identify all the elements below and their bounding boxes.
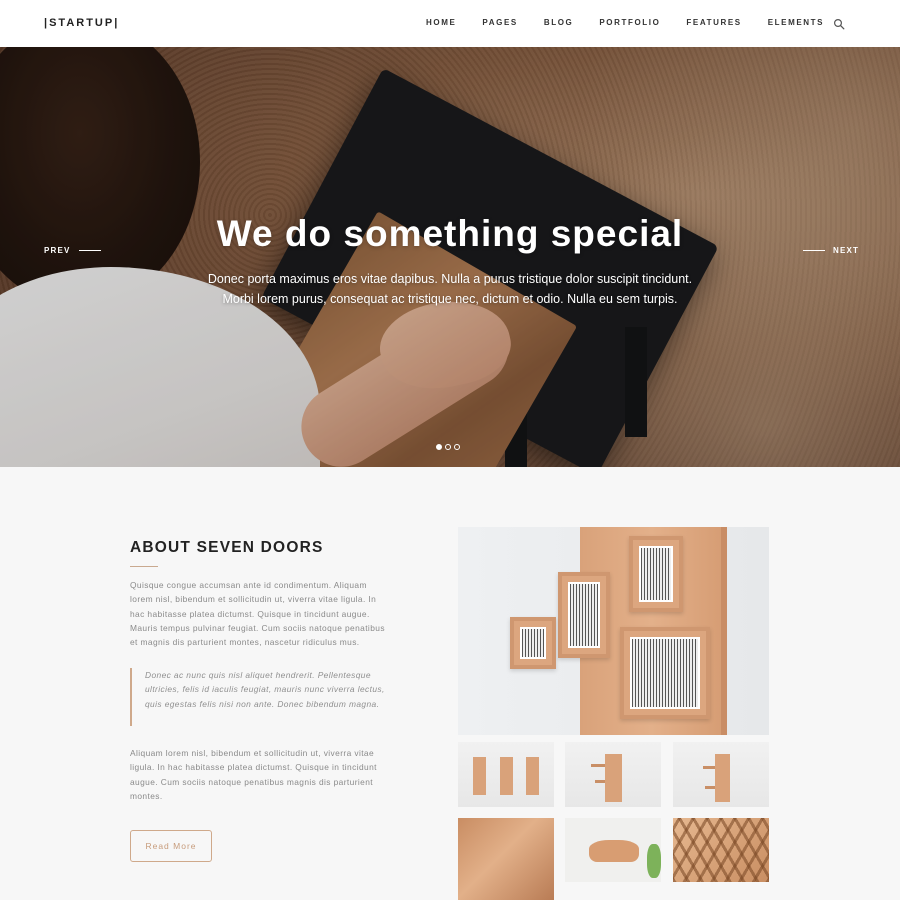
picture-frame — [558, 572, 610, 658]
about-paragraph-2: Aliquam lorem nisl, bibendum et sollicit… — [130, 748, 377, 801]
picture-frame — [629, 536, 683, 612]
nav-item-pages[interactable]: PAGES — [482, 18, 517, 27]
quote-text: Donec ac nunc quis nisl aliquet hendreri… — [145, 670, 385, 709]
gallery-main-image[interactable] — [458, 527, 769, 735]
nav-item-elements[interactable]: ELEMENTS — [768, 18, 824, 27]
gallery-thumbnail-shelf[interactable] — [565, 742, 661, 807]
door-edge — [721, 527, 727, 735]
about-paragraph-1: Quisque congue accumsan ante id condimen… — [130, 580, 385, 648]
nav-item-home[interactable]: HOME — [426, 18, 456, 27]
next-label: NEXT — [833, 246, 860, 255]
gallery-thumbnail-doors[interactable] — [458, 742, 554, 807]
gallery-thumbnail-lattice[interactable] — [673, 818, 769, 882]
hero-subtitle: Donec porta maximus eros vitae dapibus. … — [207, 272, 693, 306]
hero-title: We do something special — [216, 213, 684, 254]
prev-label: PREV — [44, 246, 71, 255]
slider-next-button[interactable]: NEXT — [803, 246, 859, 255]
picture-frame — [620, 627, 710, 719]
nav-item-blog[interactable]: BLOG — [544, 18, 574, 27]
slider-prev-button[interactable]: PREV — [44, 246, 101, 255]
read-more-button[interactable]: Read More — [130, 830, 212, 862]
prev-line-icon — [78, 250, 101, 251]
hero-overlay — [0, 47, 900, 467]
picture-frame — [510, 617, 556, 669]
slider-dot-3[interactable] — [454, 444, 460, 450]
search-icon[interactable] — [833, 17, 845, 30]
site-header: |STARTUP| HOME PAGES BLOG PORTFOLIO FEAT… — [0, 0, 900, 47]
gallery-thumbnail-wood-curve[interactable] — [458, 818, 554, 900]
gallery-thumbnail-bowl[interactable] — [565, 818, 661, 882]
about-blockquote: Donec ac nunc quis nisl aliquet hendreri… — [130, 668, 388, 726]
logo[interactable]: |STARTUP| — [44, 17, 119, 29]
slider-dot-1[interactable] — [436, 444, 442, 450]
nav-item-features[interactable]: FEATURES — [686, 18, 741, 27]
main-nav: HOME PAGES BLOG PORTFOLIO FEATURES ELEME… — [426, 18, 824, 27]
gallery-thumbnail-door-open[interactable] — [673, 742, 769, 807]
next-line-icon — [803, 250, 825, 251]
slider-pagination — [436, 444, 463, 450]
about-title: ABOUT SEVEN DOORS — [130, 539, 324, 556]
about-divider — [130, 566, 158, 567]
nav-item-portfolio[interactable]: PORTFOLIO — [599, 18, 660, 27]
hero-slider: We do something special Donec porta maxi… — [0, 47, 900, 467]
slider-dot-2[interactable] — [445, 444, 451, 450]
